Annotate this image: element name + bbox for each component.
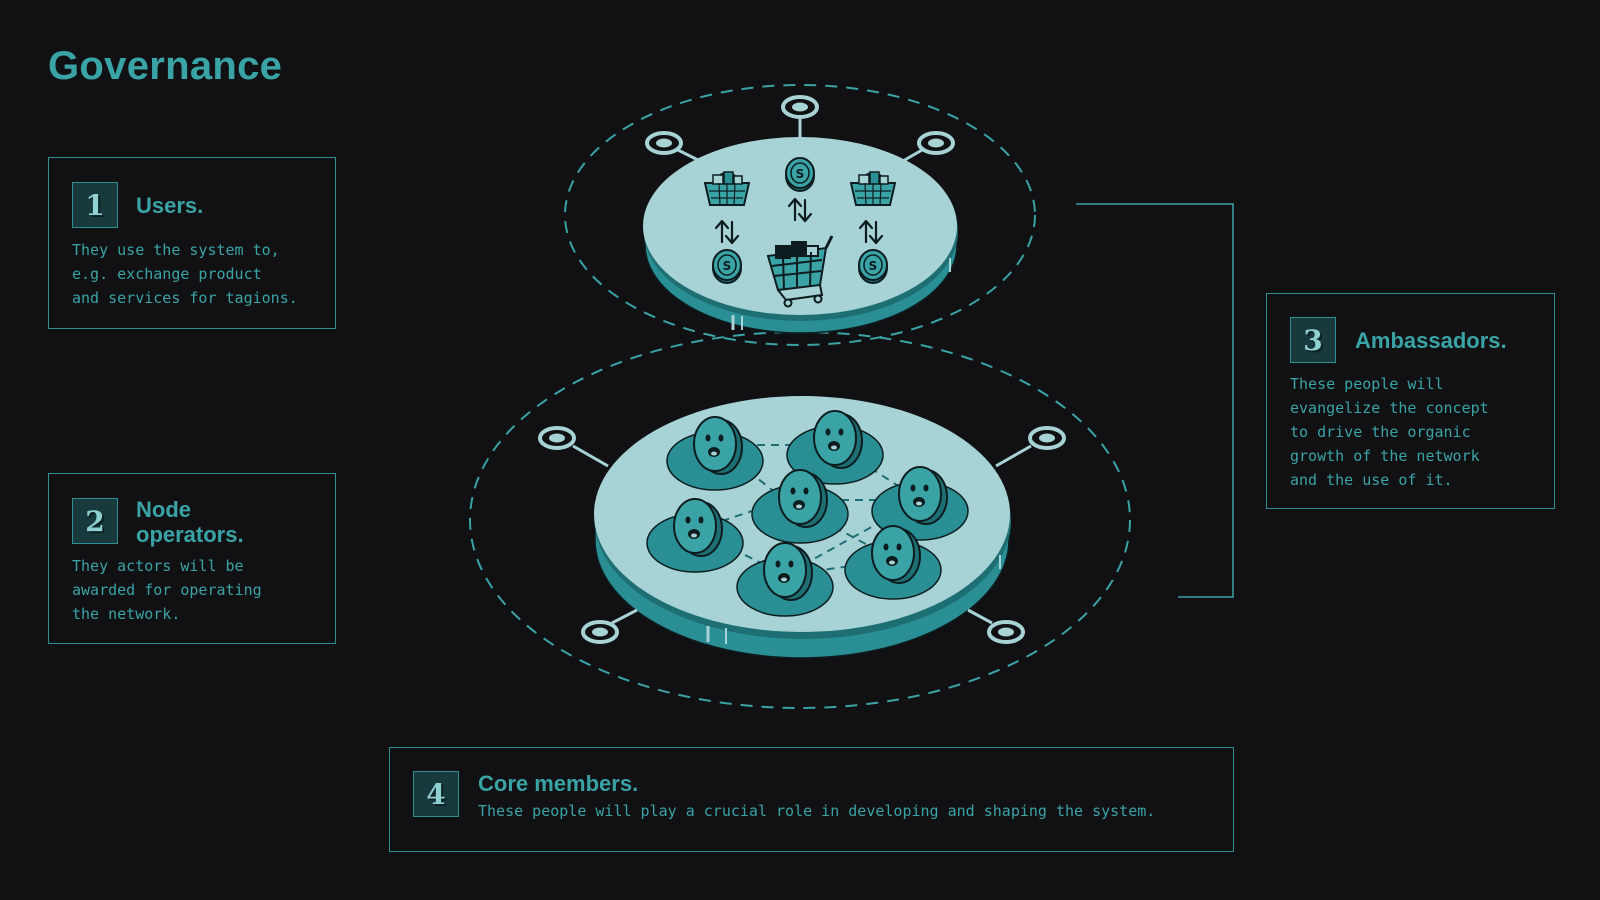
page-title: Governance: [48, 44, 283, 88]
node-network-platform: [538, 396, 1066, 659]
number-two-icon: 2: [72, 498, 118, 544]
core-members-card: 4 Core members. These people will play a…: [389, 747, 1234, 852]
marketplace-platform: [643, 95, 958, 334]
node-operators-description: They actors will be awarded for operatin…: [72, 557, 262, 623]
number-one-icon: 1: [72, 182, 118, 228]
coin-icon: [785, 157, 815, 192]
ambassadors-card: 3 Ambassadors. These people will evangel…: [1266, 293, 1555, 509]
users-title: Users.: [136, 193, 204, 218]
users-card: 1 Users. They use the system to, e.g. ex…: [48, 157, 336, 329]
core-members-title: Core members.: [478, 771, 639, 796]
ambassadors-title: Ambassadors.: [1355, 328, 1507, 353]
ambassadors-description: These people will evangelize the concept…: [1290, 375, 1489, 489]
node-operators-card: 2 Node operators. They actors will be aw…: [48, 473, 336, 644]
users-description: They use the system to, e.g. exchange pr…: [72, 241, 298, 307]
node-operators-title: Node operators.: [136, 497, 244, 547]
number-four-icon: 4: [413, 771, 459, 817]
coin-icon: [712, 249, 742, 284]
number-three-icon: 3: [1290, 317, 1336, 363]
coin-icon: [858, 249, 888, 284]
core-members-description: These people will play a crucial role in…: [478, 802, 1156, 820]
